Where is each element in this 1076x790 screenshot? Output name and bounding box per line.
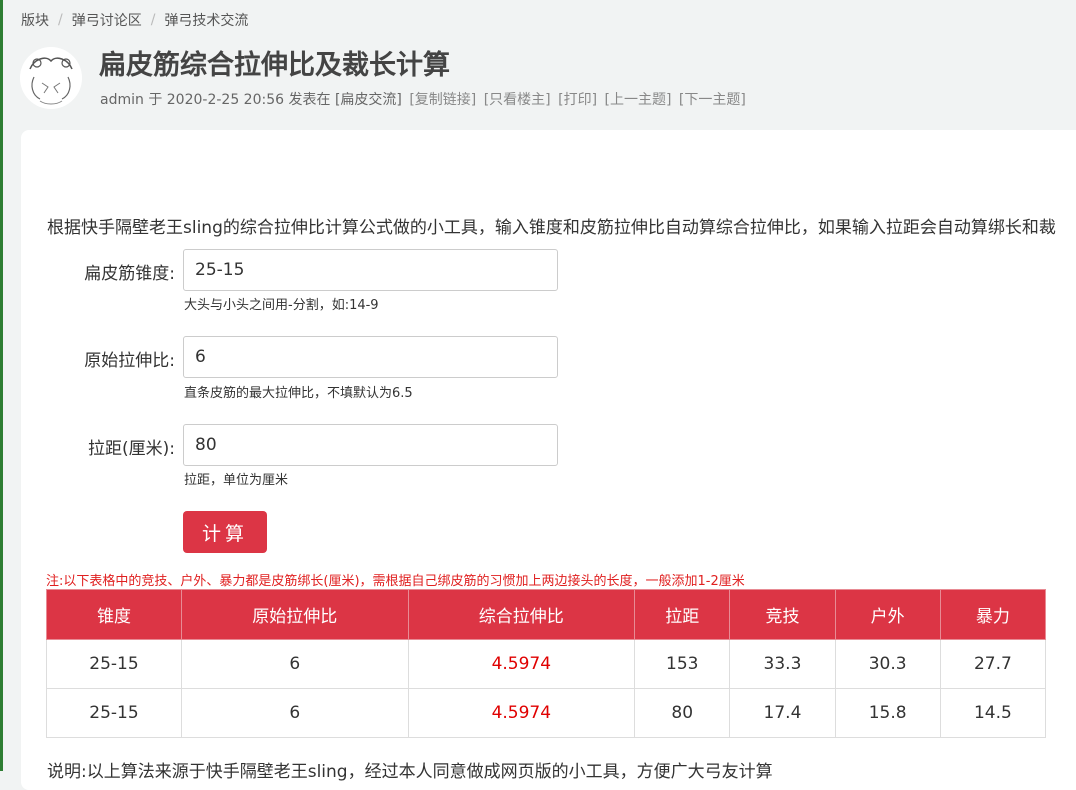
taper-help: 大头与小头之间用-分割，如:14-9 (184, 298, 379, 313)
cell-competition: 17.4 (729, 688, 836, 738)
breadcrumb-item-boards[interactable]: 版块 (21, 10, 49, 30)
avatar[interactable] (20, 47, 82, 109)
cell-outdoor: 30.3 (834, 639, 941, 689)
header-original-ratio: 原始拉伸比 (180, 589, 409, 640)
prev-topic-link[interactable]: [上一主题] (605, 92, 672, 108)
table-row: 25-15 6 4.5974 153 33.3 30.3 27.7 (46, 639, 1047, 689)
header-combined-ratio: 综合拉伸比 (407, 589, 636, 640)
cell-combined-ratio: 4.5974 (407, 639, 636, 689)
draw-length-input[interactable] (183, 424, 558, 466)
table-note: 注:以下表格中的竞技、户外、暴力都是皮筋绑长(厘米)，需根据自己绑皮筋的习惯加上… (46, 574, 745, 589)
header-power: 暴力 (939, 589, 1047, 640)
calculate-button[interactable]: 计算 (183, 511, 267, 553)
avatar-sketch-icon (20, 47, 82, 109)
page-title: 扁皮筋综合拉伸比及裁长计算 (99, 50, 450, 81)
header-competition: 竞技 (729, 589, 836, 640)
print-link[interactable]: [打印] (558, 92, 597, 108)
footer-description: 说明:以上算法来源于快手隔壁老王sling，经过本人同意做成网页版的小工具，方便… (47, 762, 773, 782)
ratio-help: 直条皮筋的最大拉伸比，不填默认为6.5 (184, 386, 413, 401)
cell-draw-length: 80 (634, 688, 731, 738)
header-taper: 锥度 (46, 589, 182, 640)
cell-outdoor: 15.8 (834, 688, 941, 738)
breadcrumb-separator: / (150, 12, 156, 28)
forum-link[interactable]: [扁皮交流] (335, 92, 402, 108)
author-link[interactable]: admin (100, 92, 144, 108)
header-draw-length: 拉距 (634, 589, 731, 640)
table-header-row: 锥度 原始拉伸比 综合拉伸比 拉距 竞技 户外 暴力 (46, 589, 1047, 640)
copy-link[interactable]: [复制链接] (409, 92, 476, 108)
post-info: 于 2020-2-25 20:56 发表在 (148, 92, 331, 108)
intro-text: 根据快手隔壁老王sling的综合拉伸比计算公式做的小工具，输入锥度和皮筋拉伸比自… (47, 218, 1056, 238)
cell-draw-length: 153 (634, 639, 731, 689)
cell-competition: 33.3 (729, 639, 836, 689)
breadcrumb: 版块 / 弹弓讨论区 / 弹弓技术交流 (21, 10, 248, 30)
cell-original-ratio: 6 (180, 688, 409, 738)
only-author-link[interactable]: [只看楼主] (484, 92, 551, 108)
cell-taper: 25-15 (46, 639, 182, 689)
taper-input[interactable] (183, 249, 558, 291)
cell-original-ratio: 6 (180, 639, 409, 689)
breadcrumb-item-tech[interactable]: 弹弓技术交流 (164, 10, 248, 30)
next-topic-link[interactable]: [下一主题] (679, 92, 746, 108)
cell-power: 14.5 (939, 688, 1047, 738)
table-row: 25-15 6 4.5974 80 17.4 15.8 14.5 (46, 688, 1047, 738)
cell-power: 27.7 (939, 639, 1047, 689)
left-accent-stripe (0, 0, 3, 771)
cell-combined-ratio: 4.5974 (407, 688, 636, 738)
result-table: 锥度 原始拉伸比 综合拉伸比 拉距 竞技 户外 暴力 25-15 6 4.597… (46, 589, 1047, 738)
thread-meta: admin 于 2020-2-25 20:56 发表在 [扁皮交流] [复制链接… (100, 89, 746, 109)
breadcrumb-separator: / (58, 12, 63, 28)
ratio-label: 原始拉伸比: (84, 351, 175, 371)
cell-taper: 25-15 (46, 688, 182, 738)
taper-label: 扁皮筋锥度: (84, 264, 175, 284)
draw-length-help: 拉距，单位为厘米 (184, 473, 289, 488)
ratio-input[interactable] (183, 336, 558, 378)
breadcrumb-item-discussion[interactable]: 弹弓讨论区 (72, 10, 142, 30)
header-outdoor: 户外 (834, 589, 941, 640)
draw-length-label: 拉距(厘米): (88, 439, 175, 459)
